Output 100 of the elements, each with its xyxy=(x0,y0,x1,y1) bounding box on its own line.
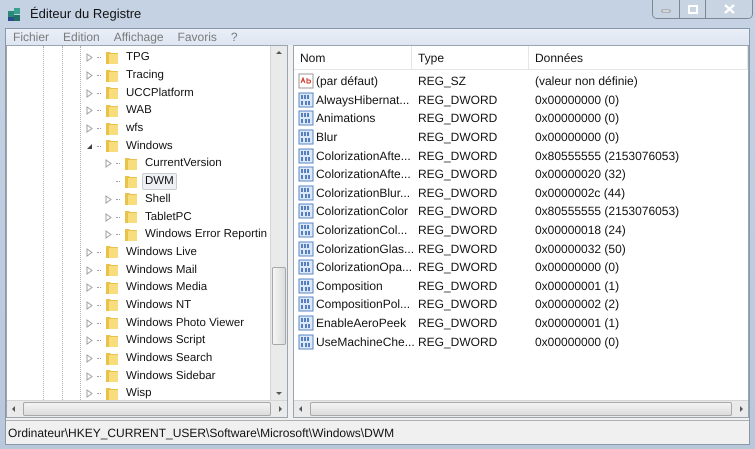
tree-item[interactable]: Windows Search xyxy=(123,350,216,368)
folder-icon xyxy=(104,85,120,102)
horizontal-scrollbar[interactable] xyxy=(7,400,287,417)
table-cell-text: REG_DWORD xyxy=(417,240,498,258)
table-cell-text: 0x00000000 (0) xyxy=(534,110,620,128)
close-button[interactable] xyxy=(706,0,752,18)
binary-value-icon xyxy=(298,278,314,294)
folder-icon xyxy=(104,68,120,84)
vertical-scrollbar[interactable] xyxy=(270,46,287,400)
binary-value-icon xyxy=(298,259,314,276)
menu-item[interactable]: Favoris xyxy=(178,28,217,46)
table-cell-text: (par défaut) xyxy=(316,73,378,90)
table-cell-text: REG_DWORD xyxy=(417,278,498,295)
table-cell-text: 0x00000000 (0) xyxy=(534,92,620,109)
table-cell-text: REG_DWORD xyxy=(417,222,498,240)
binary-value-icon xyxy=(298,110,314,126)
table-cell-text: 0x00000020 (32) xyxy=(534,166,627,184)
tree-item[interactable]: Windows Mail xyxy=(123,262,200,279)
scroll-thumb[interactable] xyxy=(272,267,286,345)
column-header[interactable]: Nom xyxy=(294,46,412,69)
expander-icon[interactable] xyxy=(85,142,94,151)
window-title: Éditeur du Registre xyxy=(30,5,142,24)
menu-item[interactable]: Affichage xyxy=(114,28,164,46)
tree-item[interactable]: Windows Photo Viewer xyxy=(123,314,248,332)
tree-item[interactable]: CurrentVersion xyxy=(142,155,225,172)
folder-icon xyxy=(104,244,120,260)
folder-icon xyxy=(104,315,120,332)
folder-icon xyxy=(104,280,120,296)
tree-item[interactable]: Wisp xyxy=(123,385,155,400)
tree-item[interactable]: WAB xyxy=(123,102,155,120)
minimize-button[interactable] xyxy=(653,0,680,18)
tree-item[interactable]: Windows xyxy=(123,138,176,155)
folder-icon xyxy=(104,368,120,384)
tree-item[interactable]: TabletPC xyxy=(142,208,195,226)
binary-value-icon xyxy=(298,222,314,238)
table-cell-text: Composition xyxy=(316,278,383,295)
table-cell-text: 0x00000032 (50) xyxy=(534,240,627,258)
table-cell-text: 0x80555555 (2153076053) xyxy=(534,203,680,220)
tree-item[interactable]: Windows Media xyxy=(123,279,210,296)
tree-item[interactable]: wfs xyxy=(123,120,146,138)
menu-item[interactable]: Edition xyxy=(63,28,100,46)
menu-item[interactable]: ? xyxy=(230,28,238,46)
binary-value-icon xyxy=(298,92,314,108)
string-value-icon xyxy=(298,73,314,90)
table-cell-text: ColorizationAfte... xyxy=(316,148,411,165)
folder-icon xyxy=(104,120,120,137)
table-cell-text: EnableAeroPeek xyxy=(316,315,406,332)
tree-item[interactable]: TPG xyxy=(123,49,153,66)
table-cell-text: ColorizationGlas... xyxy=(316,240,414,258)
folder-icon xyxy=(123,174,139,190)
table-cell-text: Blur xyxy=(316,129,338,146)
tree-item[interactable]: DWM xyxy=(142,173,177,190)
binary-value-icon xyxy=(298,334,314,350)
table-cell-text: REG_DWORD xyxy=(417,129,498,146)
table-cell-text: REG_DWORD xyxy=(417,259,498,276)
table-cell-text: ColorizationCol... xyxy=(316,222,408,240)
scroll-thumb[interactable] xyxy=(310,402,732,416)
table-cell-text: 0x00000000 (0) xyxy=(534,129,620,146)
maximize-button[interactable] xyxy=(680,0,706,18)
table-cell-text: REG_SZ xyxy=(417,73,468,90)
folder-icon xyxy=(123,156,139,172)
tree-item[interactable]: Tracing xyxy=(123,67,167,84)
binary-value-icon xyxy=(298,148,314,164)
tree-item[interactable]: Windows Error Reportin xyxy=(142,226,270,244)
close-icon xyxy=(724,4,734,14)
status-bar-path: Ordinateur\HKEY_CURRENT_USER\Software\Microsoft\Windows\DWM xyxy=(8,424,394,442)
tree-item[interactable]: Windows Script xyxy=(123,332,208,350)
menu-item[interactable]: Fichier xyxy=(13,28,50,46)
folder-icon xyxy=(104,386,120,400)
column-header[interactable]: Type xyxy=(412,46,529,69)
scroll-thumb[interactable] xyxy=(23,402,271,416)
table-cell-text: Animations xyxy=(316,110,376,128)
table-cell-text: ColorizationOpa... xyxy=(316,259,412,276)
column-header[interactable]: Données xyxy=(529,46,748,69)
folder-icon xyxy=(123,191,139,208)
table-cell-text: 0x00000001 (1) xyxy=(534,315,620,332)
table-cell-text: REG_DWORD xyxy=(417,334,498,351)
binary-value-icon xyxy=(298,166,314,182)
tree-item[interactable]: Windows Live xyxy=(123,244,200,261)
binary-value-icon xyxy=(298,203,314,220)
folder-icon xyxy=(123,209,139,226)
maximize-icon xyxy=(688,4,698,14)
horizontal-scrollbar[interactable] xyxy=(294,400,748,417)
table-cell-text: UseMachineChe... xyxy=(316,334,415,351)
folder-icon xyxy=(104,138,120,154)
folder-icon xyxy=(104,50,120,66)
folder-icon xyxy=(104,350,120,367)
table-cell-text: REG_DWORD xyxy=(417,110,498,128)
binary-value-icon xyxy=(298,315,314,332)
table-cell-text: REG_DWORD xyxy=(417,148,498,165)
tree-item[interactable]: Windows Sidebar xyxy=(123,368,218,385)
binary-value-icon xyxy=(298,129,314,146)
table-cell-text: ColorizationColor xyxy=(316,203,408,220)
tree-item[interactable]: Windows NT xyxy=(123,296,194,314)
binary-value-icon xyxy=(298,240,314,257)
table-cell-text: REG_DWORD xyxy=(417,296,498,314)
table-cell-text: REG_DWORD xyxy=(417,203,498,220)
tree-item[interactable]: Shell xyxy=(142,190,174,208)
table-cell-text: 0x00000001 (1) xyxy=(534,278,620,295)
tree-item[interactable]: UCCPlatform xyxy=(123,84,197,102)
